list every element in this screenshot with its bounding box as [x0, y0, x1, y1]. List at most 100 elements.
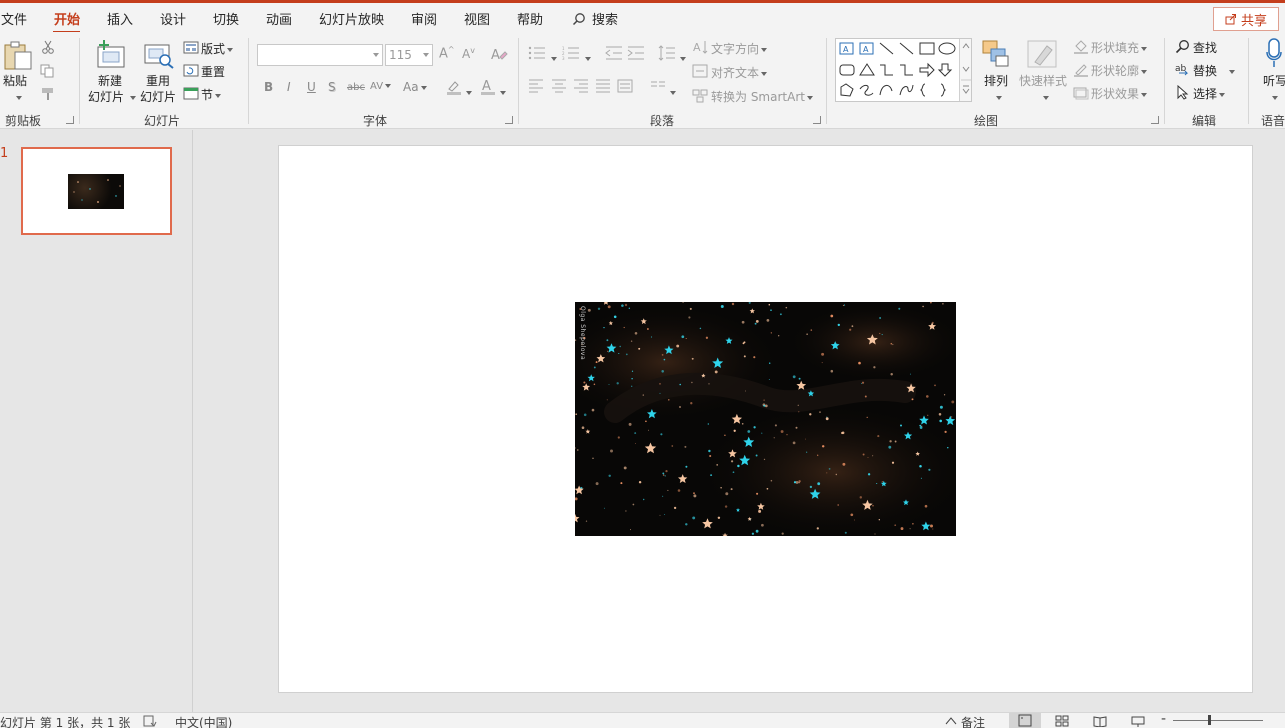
numbering-icon[interactable]: 123 [562, 46, 580, 60]
underline-button[interactable]: U [307, 80, 316, 94]
columns-caret[interactable] [668, 85, 676, 99]
star-dot [692, 516, 696, 520]
font-size-combobox[interactable]: 115 [385, 44, 433, 66]
new-slide-caret[interactable] [128, 90, 136, 104]
bold-button[interactable]: B [264, 80, 273, 94]
change-case-button[interactable]: Aa [403, 80, 427, 94]
star-dot [661, 370, 664, 373]
shape-effects-button[interactable]: 形状效果 [1091, 85, 1148, 102]
accessibility-icon[interactable] [143, 715, 157, 727]
starfield-picture[interactable]: Olga Shepelova [575, 302, 956, 536]
bullets-icon[interactable] [528, 46, 546, 60]
clear-format-icon[interactable]: A [490, 45, 508, 63]
italic-button[interactable]: I [287, 80, 291, 94]
justify-icon[interactable] [595, 79, 611, 93]
tab-slideshow[interactable]: 幻灯片放映 [319, 9, 384, 28]
reuse-slides-button[interactable] [143, 39, 175, 72]
grow-font-icon[interactable]: A^ [439, 45, 455, 61]
tab-insert[interactable]: 插入 [107, 9, 133, 28]
select-button[interactable]: 选择 [1193, 85, 1226, 102]
arrange-caret[interactable] [994, 90, 1002, 104]
section-button[interactable]: 节 [201, 86, 222, 103]
slide-canvas[interactable]: Olga Shepelova [278, 145, 1253, 693]
smartart-label: 转换为 SmartArt [711, 90, 805, 104]
find-button[interactable]: 查找 [1193, 39, 1217, 56]
align-text-button[interactable]: 对齐文本 [711, 64, 768, 81]
quick-styles-caret[interactable] [1041, 90, 1049, 104]
new-slide-button[interactable] [95, 39, 127, 72]
cut-icon[interactable] [41, 40, 55, 54]
star-dot [798, 481, 800, 484]
replace-button[interactable]: 替换 [1193, 62, 1236, 79]
font-launcher[interactable] [505, 116, 513, 124]
star-dot [938, 413, 942, 416]
editing-group-label: 编辑 [1192, 114, 1217, 128]
decrease-indent-icon[interactable] [605, 46, 623, 60]
paste-dropdown-caret[interactable] [14, 90, 22, 104]
star-dot [661, 354, 664, 356]
line-spacing-icon[interactable] [658, 45, 676, 61]
share-button[interactable]: 共享 [1213, 7, 1279, 31]
slide-sorter-icon[interactable] [1055, 715, 1069, 727]
slide-number: 1 [0, 146, 9, 161]
line-spacing-caret[interactable] [678, 51, 686, 65]
star-dot [898, 307, 901, 310]
increase-indent-icon[interactable] [627, 46, 645, 60]
tab-animations[interactable]: 动画 [266, 9, 292, 28]
zoom-slider[interactable] [1173, 720, 1263, 721]
search-tab[interactable]: 搜索 [572, 9, 618, 28]
slideshow-view-icon[interactable] [1131, 715, 1145, 727]
smartart-button[interactable]: 转换为 SmartArt [711, 88, 813, 105]
align-center-icon[interactable] [551, 79, 567, 93]
star-dot [613, 315, 617, 319]
normal-view-button[interactable] [1009, 713, 1041, 728]
paste-button[interactable] [3, 40, 33, 73]
slide-thumbnail[interactable] [21, 147, 172, 235]
tab-view[interactable]: 视图 [464, 9, 490, 28]
strikethrough-button[interactable]: abc [347, 82, 365, 93]
highlight-icon[interactable] [446, 79, 462, 95]
reading-view-icon[interactable] [1093, 715, 1107, 727]
shapes-gallery[interactable]: A A [835, 38, 972, 102]
copy-icon[interactable] [40, 64, 56, 78]
reset-button[interactable]: 重置 [201, 63, 225, 80]
font-color-caret[interactable] [498, 85, 506, 99]
shadow-button[interactable]: S [328, 80, 336, 94]
highlight-caret[interactable] [464, 85, 472, 99]
format-painter-icon[interactable] [40, 87, 56, 101]
paragraph-launcher[interactable] [813, 116, 821, 124]
tab-transitions[interactable]: 切换 [213, 9, 239, 28]
align-left-icon[interactable] [528, 79, 544, 93]
columns-icon[interactable] [650, 80, 666, 92]
zoom-slider-thumb[interactable] [1208, 715, 1211, 725]
shape-outline-button[interactable]: 形状轮廓 [1091, 62, 1148, 79]
notes-button[interactable]: 备注 [961, 714, 985, 728]
shape-fill-button[interactable]: 形状填充 [1091, 39, 1148, 56]
tab-design[interactable]: 设计 [160, 9, 186, 28]
tab-home[interactable]: 开始 [54, 9, 80, 28]
arrange-icon[interactable] [982, 40, 1010, 68]
drawing-launcher[interactable] [1151, 116, 1159, 124]
quick-styles-icon[interactable] [1027, 40, 1059, 70]
char-spacing-button[interactable]: AV [370, 81, 392, 92]
language-status[interactable]: 中文(中国) [175, 714, 232, 728]
distributed-icon[interactable] [617, 79, 633, 93]
font-name-combobox[interactable] [257, 44, 383, 66]
text-direction-button[interactable]: 文字方向 [711, 40, 768, 57]
bullets-caret[interactable] [549, 51, 557, 65]
align-right-icon[interactable] [573, 79, 589, 93]
zoom-out-button[interactable]: - [1161, 711, 1166, 727]
clipboard-launcher[interactable] [66, 116, 74, 124]
font-color-icon[interactable]: A [480, 78, 496, 95]
layout-button[interactable]: 版式 [201, 40, 234, 57]
shrink-font-icon[interactable]: Av [462, 46, 475, 61]
star-dot [638, 480, 642, 484]
shapes-gallery-scroll[interactable] [959, 39, 971, 101]
tab-help[interactable]: 帮助 [517, 9, 543, 28]
tab-file[interactable]: 文件 [1, 9, 27, 28]
tab-review[interactable]: 审阅 [411, 9, 437, 28]
star-dot [830, 369, 834, 373]
numbering-caret[interactable] [583, 51, 591, 65]
microphone-icon[interactable] [1266, 38, 1282, 68]
dictate-caret[interactable] [1270, 90, 1278, 104]
